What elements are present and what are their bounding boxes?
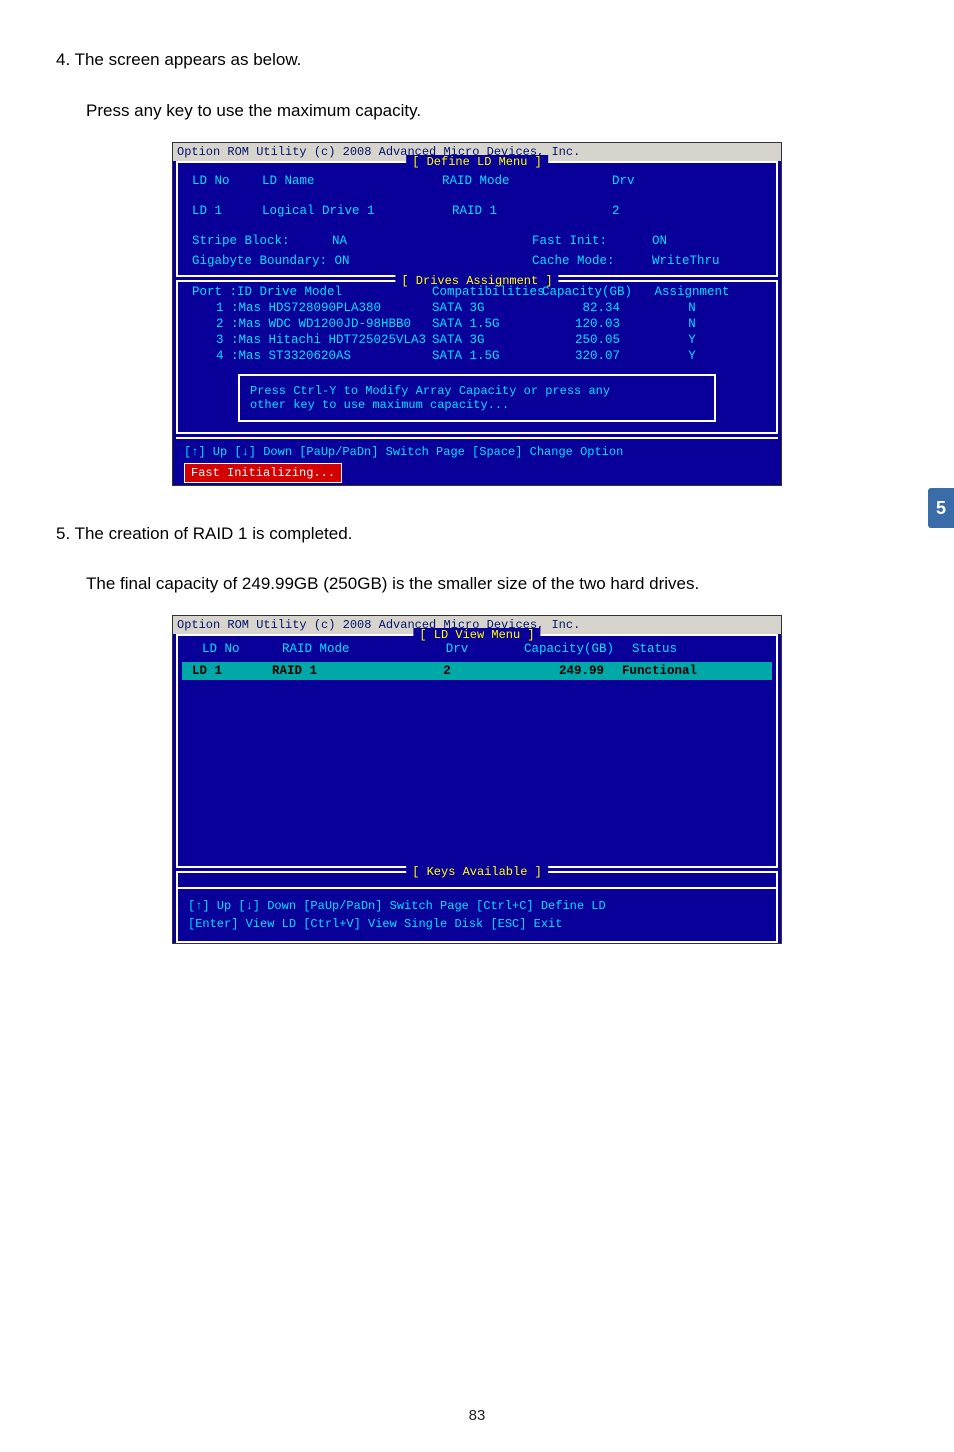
drv0-comp: SATA 3G [432,301,542,315]
h-raidmode: RAID Mode [282,642,422,656]
sel-ldno: LD 1 [192,664,272,678]
drv-h-comp: Compatibilities [432,285,542,299]
status-fast-init: Fast Initializing... [184,463,342,483]
bios2-menu-title: [ LD View Menu ] [413,628,540,642]
cache-label: Cache Mode: [532,254,652,268]
stripe-label: Stripe Block: [192,234,332,248]
drv3-assign: Y [642,349,742,363]
chapter-tab: 5 [928,488,954,528]
fast-label: Fast Init: [532,234,652,248]
drv1-cap: 120.03 [542,317,642,331]
drv3-port: 4 :Mas ST3320620AS [192,349,432,363]
keys-available-title: [ Keys Available ] [406,865,548,879]
drv1-assign: N [642,317,742,331]
header-ldno: LD No [192,174,262,188]
drv1-comp: SATA 1.5G [432,317,542,331]
selected-ld-row: LD 1 RAID 1 2 249.99 Functional [182,662,772,680]
header-ldname: LD Name [262,174,442,188]
gig-label: Gigabyte Boundary: [192,254,327,268]
drv2-cap: 250.05 [542,333,642,347]
drv-h-cap: Capacity(GB) [542,285,642,299]
drv3-cap: 320.07 [542,349,642,363]
drv0-cap: 82.34 [542,301,642,315]
h-status: Status [632,642,752,656]
drv1-port: 2 :Mas WDC WD1200JD-98HBB0 [192,317,432,331]
cache-val: WriteThru [652,254,720,268]
stripe-val: NA [332,234,532,248]
drv-h-assign: Assignment [642,285,742,299]
row-ldno: LD 1 [192,204,262,218]
page-number: 83 [469,1407,486,1424]
step5-line1: 5. The creation of RAID 1 is completed. [56,514,898,555]
modal-line2: other key to use maximum capacity... [250,398,704,412]
fast-val: ON [652,234,667,248]
sel-cap: 249.99 [482,664,622,678]
bios-screenshot-1: Option ROM Utility (c) 2008 Advanced Mic… [172,142,782,486]
drv0-port: 1 :Mas HDS728090PLA380 [192,301,432,315]
gig-val: ON [335,254,350,268]
h-drv: Drv [422,642,492,656]
keys-line1: [↑] Up [↓] Down [PaUp/PaDn] Switch Page … [188,897,766,915]
sel-raidmode: RAID 1 [272,664,412,678]
row-ldname: Logical Drive 1 [262,204,452,218]
drv0-assign: N [642,301,742,315]
bios-screenshot-2: Option ROM Utility (c) 2008 Advanced Mic… [172,615,782,944]
row-raidmode: RAID 1 [452,204,612,218]
modal-line1: Press Ctrl-Y to Modify Array Capacity or… [250,384,704,398]
keys-line2: [Enter] View LD [Ctrl+V] View Single Dis… [188,915,766,933]
table-row: 2 :Mas WDC WD1200JD-98HBB0 SATA 1.5G 120… [192,316,762,332]
step5-line2: The final capacity of 249.99GB (250GB) i… [56,564,898,605]
modal-capacity: Press Ctrl-Y to Modify Array Capacity or… [238,374,716,422]
footer-keys: [↑] Up [↓] Down [PaUp/PaDn] Switch Page … [184,443,770,461]
sel-drv: 2 [412,664,482,678]
step4-line1: 4. The screen appears as below. [56,40,898,81]
table-row: 1 :Mas HDS728090PLA380 SATA 3G 82.34 N [192,300,762,316]
table-row: 4 :Mas ST3320620AS SATA 1.5G 320.07 Y [192,348,762,364]
sel-status: Functional [622,664,742,678]
header-raidmode: RAID Mode [442,174,612,188]
row-drv: 2 [612,204,620,218]
drv2-comp: SATA 3G [432,333,542,347]
drv-h-port: Port :ID Drive Model [192,285,432,299]
table-row: 3 :Mas Hitachi HDT725025VLA3 SATA 3G 250… [192,332,762,348]
h-cap: Capacity(GB) [492,642,632,656]
header-drv: Drv [612,174,635,188]
h-ldno: LD No [202,642,282,656]
bios1-menu-title: [ Define LD Menu ] [406,155,548,169]
drv2-port: 3 :Mas Hitachi HDT725025VLA3 [192,333,432,347]
drv3-comp: SATA 1.5G [432,349,542,363]
step4-line2: Press any key to use the maximum capacit… [56,91,898,132]
drv2-assign: Y [642,333,742,347]
